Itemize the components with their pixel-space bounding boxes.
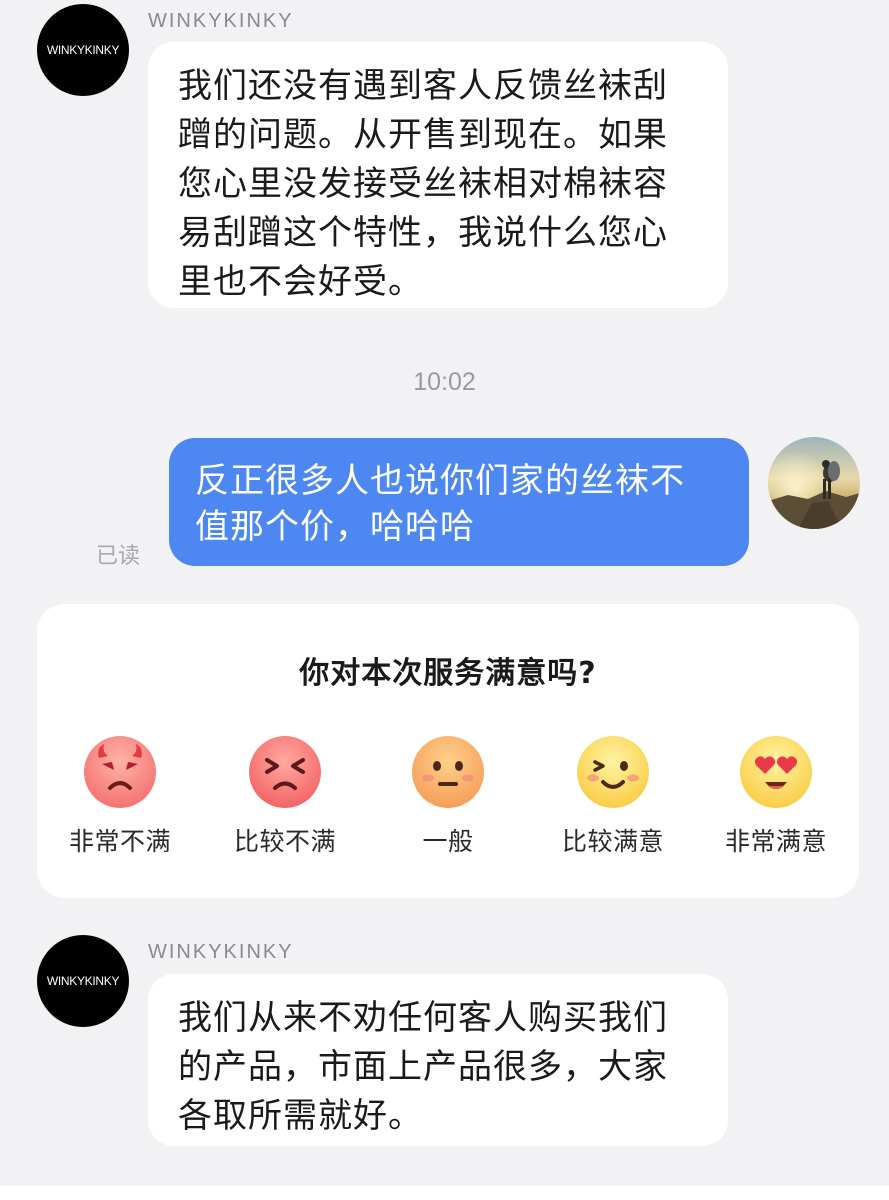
very-angry-face-icon (84, 736, 156, 808)
rating-label: 非常不满 (68, 827, 171, 856)
message-line: 我们从来不劝任何客人购买我们 (178, 998, 668, 1038)
neutral-face-icon (412, 736, 484, 808)
outgoing-message-bubble[interactable]: 反正很多人也说你们家的丝袜不 值那个价，哈哈哈 (169, 438, 749, 566)
message-line: 我们还没有遇到客人反馈丝袜刮 (178, 66, 668, 106)
sender-name: WINKYKINKY (148, 10, 294, 32)
message-line: 的产品，市面上产品很多，大家 (178, 1047, 668, 1087)
message-timestamp: 10:02 (413, 368, 476, 396)
message-line: 易刮蹭这个特性，我说什么您心 (178, 213, 668, 253)
rating-label: 比较不满 (233, 827, 336, 856)
incoming-message-bubble[interactable]: 我们从来不劝任何客人购买我们 的产品，市面上产品很多，大家 各取所需就好。 (148, 974, 728, 1146)
rating-label: 非常满意 (724, 827, 827, 856)
read-status: 已读 (96, 544, 141, 569)
message-line: 反正很多人也说你们家的丝袜不 (195, 461, 685, 501)
rating-neutral[interactable]: 一般 (368, 734, 528, 858)
rating-satisfied[interactable]: 比较满意 (533, 734, 693, 858)
message-line: 蹭的问题。从开售到现在。如果 (178, 115, 668, 155)
rating-dissatisfied[interactable]: 比较不满 (205, 734, 365, 858)
frustrated-face-icon (249, 736, 321, 808)
incoming-message-bubble[interactable]: 我们还没有遇到客人反馈丝袜刮 蹭的问题。从开售到现在。如果 您心里没发接受丝袜相… (148, 42, 728, 308)
survey-title: 你对本次服务满意吗? (299, 656, 597, 691)
chat-screen: WINKYKINKY WINKYKINKY 我们还没有遇到客人反馈丝袜刮 蹭的问… (0, 0, 889, 1200)
message-line: 您心里没发接受丝袜相对棉袜容 (178, 164, 668, 204)
winking-smile-face-icon (577, 736, 649, 808)
message-line: 值那个价，哈哈哈 (195, 507, 475, 547)
satisfaction-survey-card: 你对本次服务满意吗? 非常不满 比较不满 一般 比较满意 非常满意 (37, 604, 859, 898)
rating-very-satisfied[interactable]: 非常满意 (696, 734, 856, 858)
avatar-logo-text: WINKYKINKY (46, 43, 120, 57)
message-line: 各取所需就好。 (178, 1096, 423, 1136)
brand-avatar[interactable]: WINKYKINKY (37, 4, 129, 96)
rating-very-dissatisfied[interactable]: 非常不满 (40, 734, 200, 858)
message-line: 里也不会好受。 (178, 262, 423, 302)
brand-avatar[interactable]: WINKYKINKY (37, 935, 129, 1027)
hiker-photo-icon (768, 437, 860, 529)
user-avatar[interactable] (768, 437, 860, 529)
sender-name: WINKYKINKY (148, 941, 294, 963)
rating-label: 一般 (422, 827, 474, 856)
avatar-logo-text: WINKYKINKY (46, 974, 120, 988)
rating-label: 比较满意 (561, 827, 664, 856)
heart-eyes-face-icon (740, 736, 812, 808)
input-bar-edge (0, 1186, 889, 1200)
